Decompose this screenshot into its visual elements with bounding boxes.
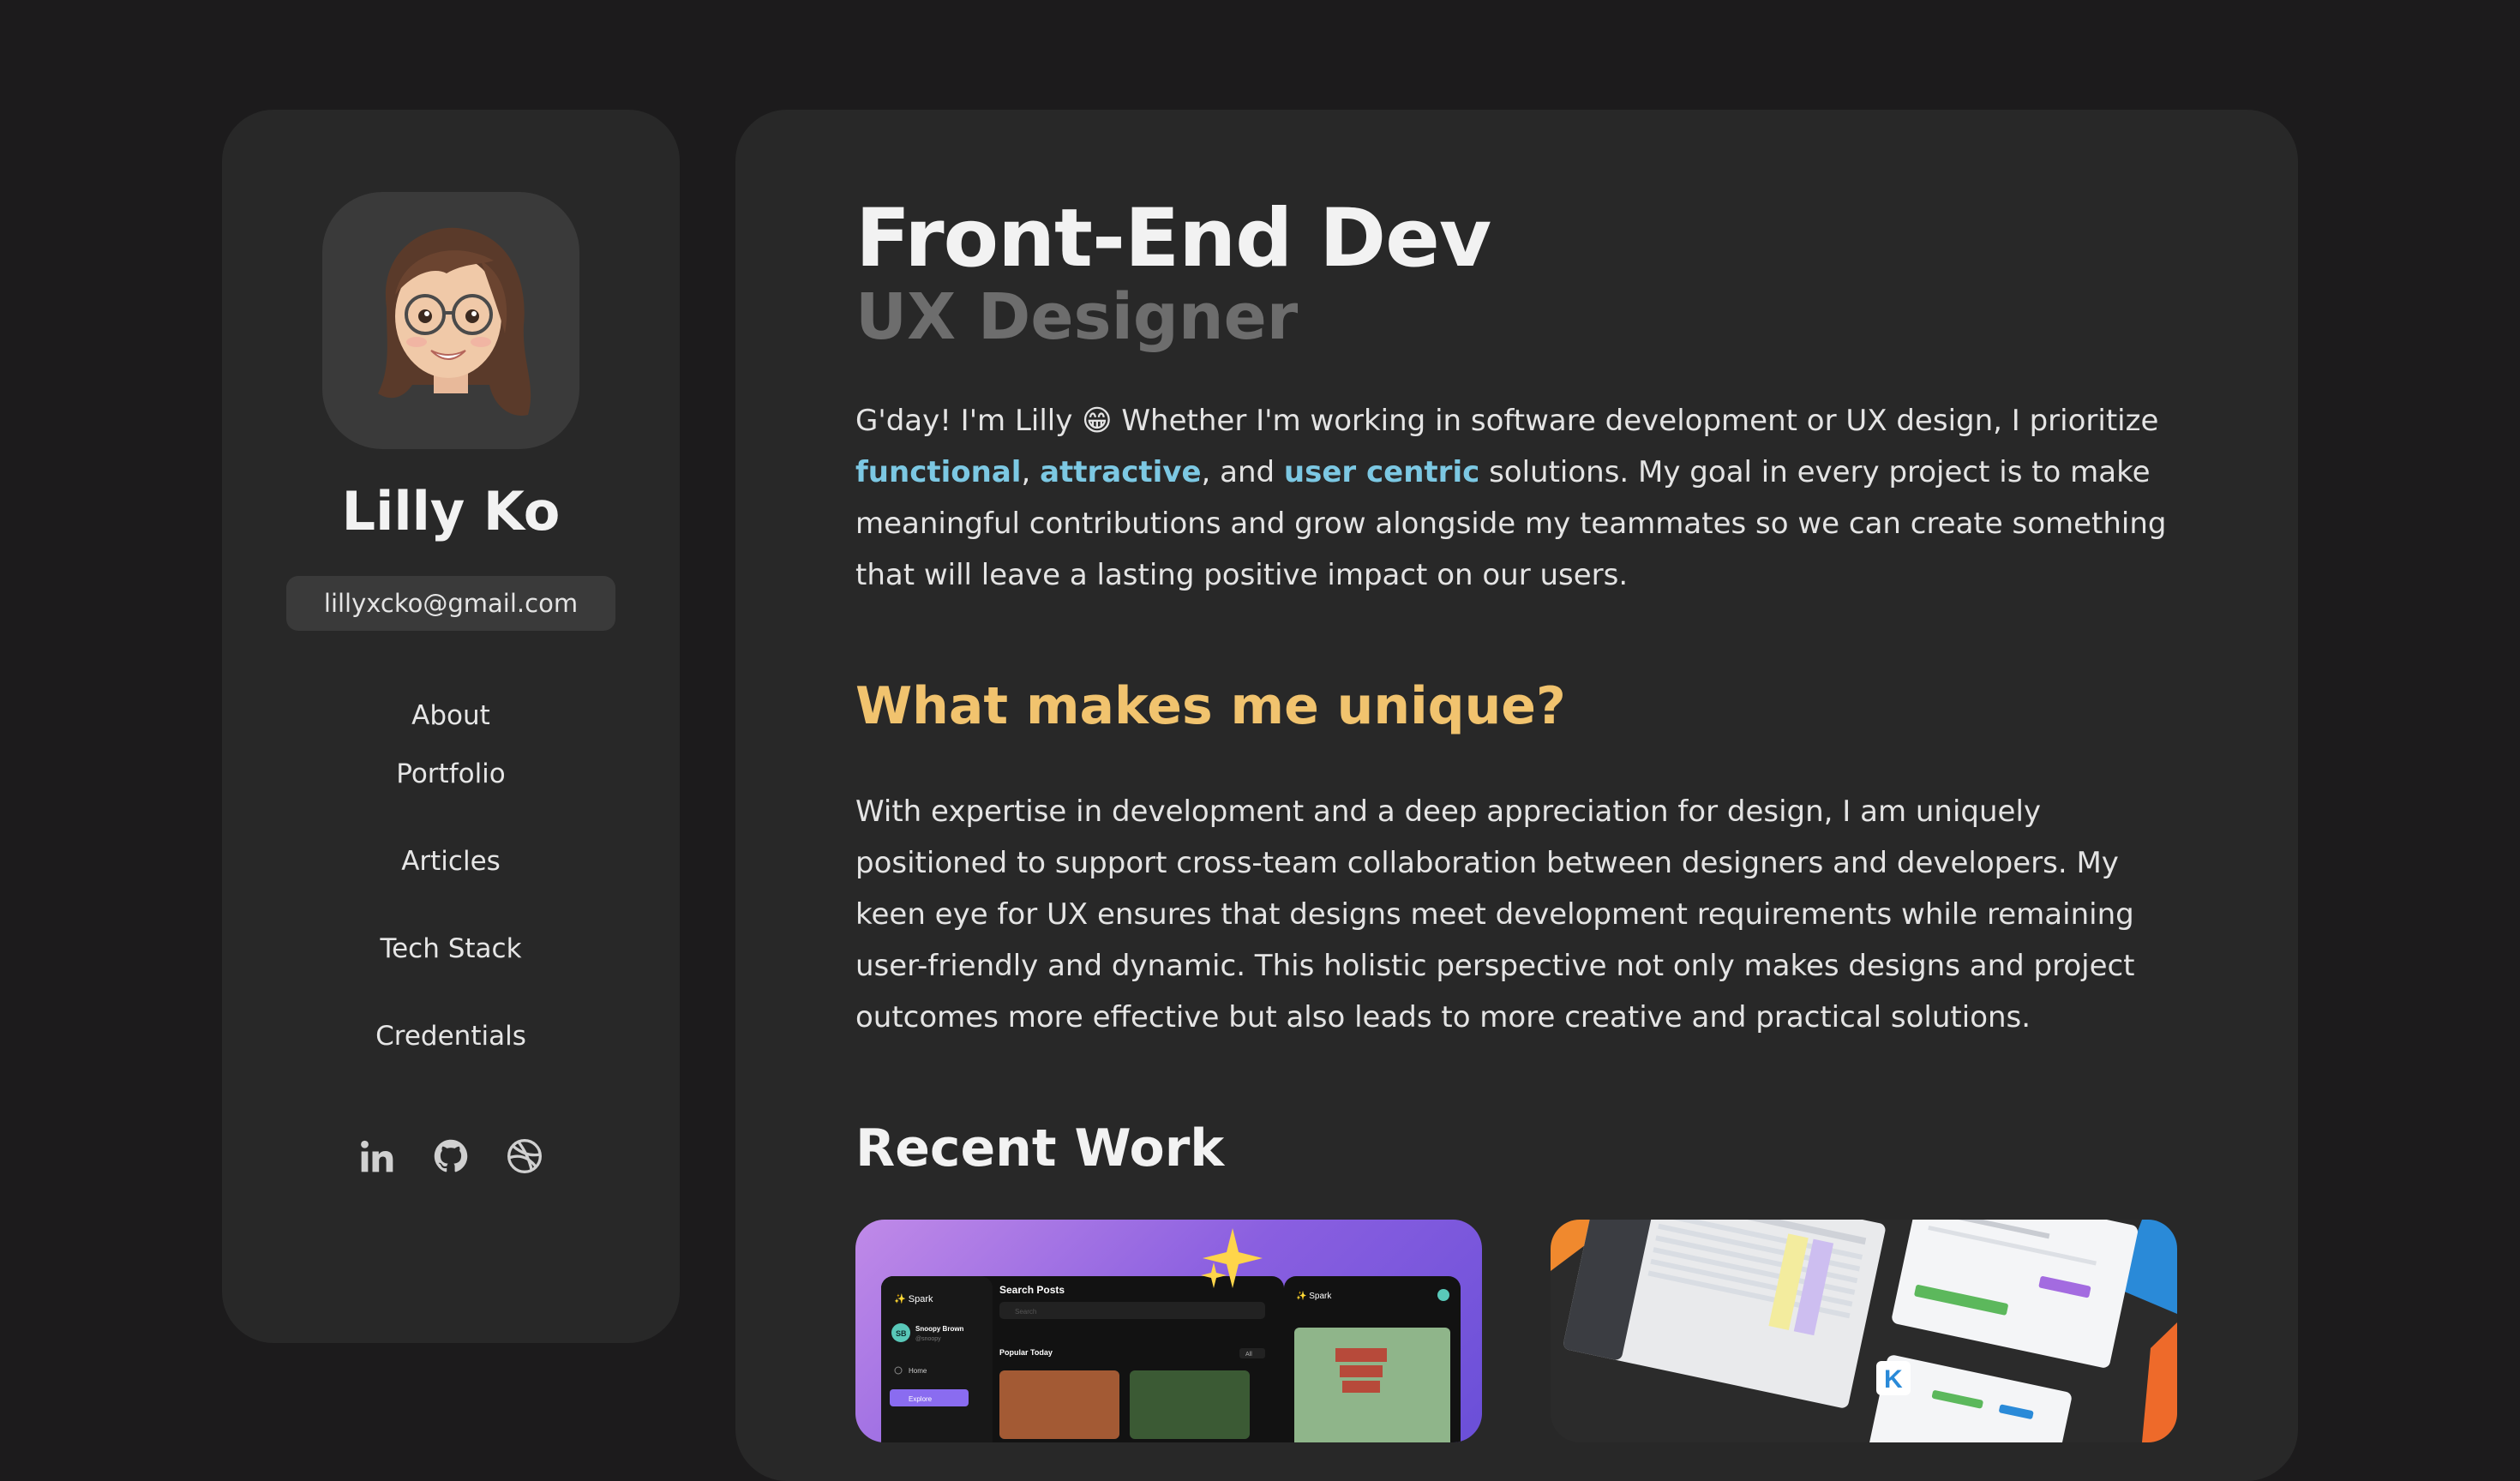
page-title: Front-End Dev <box>855 192 1491 285</box>
linkedin-icon[interactable] <box>357 1136 397 1176</box>
nav-item-tech-stack[interactable]: Tech Stack <box>380 933 521 964</box>
intro-separator-2: , and <box>1201 454 1284 489</box>
spark-menu-home: Home <box>909 1367 927 1375</box>
spark-filter-label: All <box>1245 1352 1252 1358</box>
spark-user-name: Snoopy Brown <box>915 1325 964 1333</box>
intro-paragraph: G'day! I'm Lilly 😁 Whether I'm working i… <box>855 395 2180 601</box>
dashboard-logo-letter: K <box>1884 1365 1903 1394</box>
intro-text-start: G'day! I'm Lilly 😁 Whether I'm working i… <box>855 403 2159 438</box>
email-badge[interactable]: lillyxcko@gmail.com <box>286 576 615 631</box>
memoji-avatar-icon <box>378 227 531 416</box>
spark-brand-label: ✨ Spark <box>894 1293 933 1304</box>
dribbble-icon[interactable] <box>505 1136 544 1176</box>
unique-paragraph: With expertise in development and a deep… <box>855 794 2135 1034</box>
spark-app-preview: ✨ Spark SB Snoopy Brown @snoopy Home Exp… <box>881 1227 1461 1442</box>
nav-item-credentials[interactable]: Credentials <box>375 1021 526 1052</box>
avatar <box>322 192 579 449</box>
spark-user-handle: @snoopy <box>915 1336 941 1342</box>
profile-name: Lilly Ko <box>341 480 561 543</box>
nav-item-about[interactable]: About <box>411 700 490 731</box>
unique-section-title: What makes me unique? <box>855 675 1566 736</box>
profile-sidebar: Lilly Ko lillyxcko@gmail.com About Portf… <box>222 110 680 1343</box>
highlight-functional: functional <box>855 454 1022 489</box>
recent-work-grid: ✨ Spark SB Snoopy Brown @snoopy Home Exp… <box>855 1219 2178 1442</box>
spark-avatar-initials: SB <box>896 1329 907 1338</box>
nav-item-articles[interactable]: Articles <box>401 846 501 877</box>
spark-phone-brand: ✨ Spark <box>1296 1291 1332 1301</box>
project-card-spark[interactable]: ✨ Spark SB Snoopy Brown @snoopy Home Exp… <box>855 1219 1482 1442</box>
spark-search-placeholder: Search <box>1015 1308 1036 1316</box>
highlight-user-centric: user centric <box>1283 454 1480 489</box>
highlight-attractive: attractive <box>1040 454 1202 489</box>
spark-menu-explore: Explore <box>909 1395 933 1403</box>
main-panel: Front-End Dev UX Designer G'day! I'm Lil… <box>735 110 2298 1481</box>
page-subtitle: UX Designer <box>855 279 1299 354</box>
spark-popular-title: Popular Today <box>999 1348 1053 1357</box>
project-card-dashboard[interactable]: K <box>1551 1219 2177 1442</box>
recent-work-title: Recent Work <box>855 1118 1225 1178</box>
dashboard-preview: K <box>1551 1219 2177 1442</box>
sidebar-nav: About Portfolio Articles Tech Stack Cred… <box>375 700 526 1052</box>
social-links <box>357 1136 544 1176</box>
github-icon[interactable] <box>431 1136 471 1176</box>
spark-search-title: Search Posts <box>999 1284 1065 1296</box>
nav-item-portfolio[interactable]: Portfolio <box>396 758 506 789</box>
intro-separator-1: , <box>1021 454 1041 489</box>
